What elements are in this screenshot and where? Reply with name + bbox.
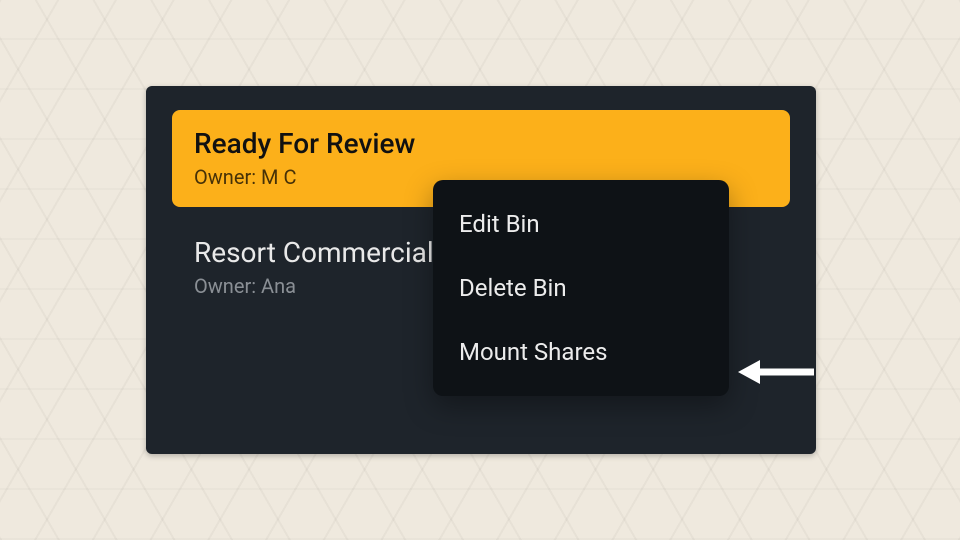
menu-item-delete-bin[interactable]: Delete Bin — [433, 256, 729, 320]
menu-item-edit-bin[interactable]: Edit Bin — [433, 192, 729, 256]
bin-title: Ready For Review — [194, 126, 768, 161]
menu-item-mount-shares[interactable]: Mount Shares — [433, 320, 729, 384]
context-menu: Edit Bin Delete Bin Mount Shares — [433, 180, 729, 396]
